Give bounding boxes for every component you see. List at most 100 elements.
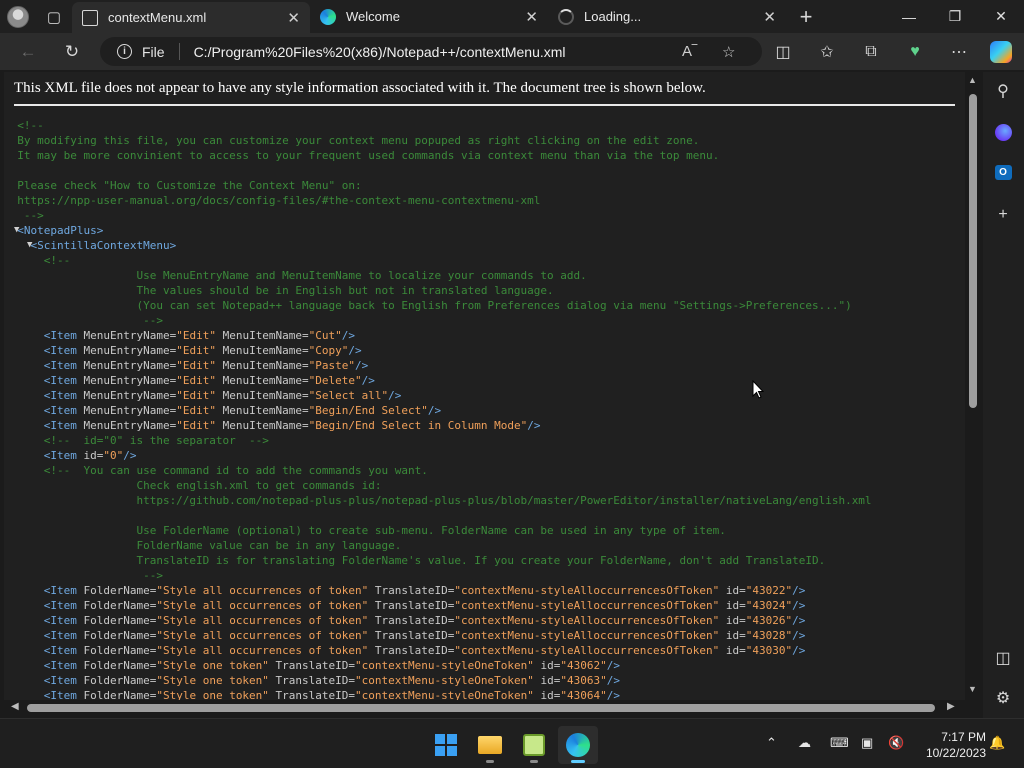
- address-bar[interactable]: i File C:/Program%20Files%20(x86)/Notepa…: [100, 37, 762, 66]
- copilot-button[interactable]: [986, 37, 1016, 67]
- close-window-button[interactable]: ✕: [978, 0, 1024, 33]
- tab-welcome[interactable]: Welcome ✕: [310, 0, 548, 33]
- sidebar-search-button[interactable]: ⚲: [991, 79, 1015, 103]
- xml-token: "Edit": [176, 374, 216, 387]
- xml-token: <Item: [4, 674, 84, 687]
- close-tab-icon[interactable]: ✕: [287, 9, 300, 27]
- sidebar-add-button[interactable]: +: [991, 203, 1015, 227]
- scroll-left-arrow-icon[interactable]: ◀: [11, 701, 19, 712]
- xml-token: "Delete": [308, 374, 362, 387]
- tab-title: contextMenu.xml: [108, 10, 207, 25]
- tab-actions-button[interactable]: ▢: [36, 0, 72, 33]
- profile-button[interactable]: [0, 0, 36, 33]
- tab-contextmenu-xml[interactable]: contextMenu.xml ✕: [72, 2, 310, 33]
- search-icon: ⚲: [997, 83, 1009, 100]
- collapse-toggle-icon[interactable]: ▼: [27, 238, 32, 253]
- tab-actions-icon: ▢: [46, 8, 62, 26]
- browser-essentials-button[interactable]: ♥: [900, 37, 930, 67]
- collections-button[interactable]: ⧉: [856, 37, 886, 67]
- info-icon[interactable]: i: [117, 44, 132, 59]
- file-explorer-button[interactable]: [470, 726, 510, 764]
- xml-token: "Style all occurrences of token": [156, 584, 369, 597]
- sidebar-outlook-button[interactable]: O: [991, 160, 1015, 184]
- scroll-right-arrow-icon[interactable]: ▶: [947, 701, 955, 712]
- xml-token: FolderName=: [83, 644, 157, 657]
- discover-icon: [994, 123, 1012, 141]
- keyboard-icon[interactable]: ⌨: [830, 735, 849, 751]
- horizontal-scrollbar[interactable]: ◀ ▶: [4, 700, 965, 716]
- scrollbar-thumb[interactable]: [969, 94, 977, 408]
- new-tab-button[interactable]: +: [786, 0, 826, 33]
- copilot-icon: [990, 41, 1012, 63]
- xml-line: -->: [4, 208, 872, 223]
- xml-token: id=: [719, 584, 746, 597]
- xml-token: (You can set Notepad++ language back to …: [4, 299, 852, 312]
- xml-token: <!-- You can use command id to add the c…: [4, 464, 428, 477]
- scroll-down-arrow-icon[interactable]: ▼: [968, 684, 977, 694]
- sidebar-settings-button[interactable]: ⚙: [991, 686, 1015, 710]
- scrollbar-thumb[interactable]: [27, 704, 935, 712]
- xml-token: />: [361, 374, 375, 387]
- xml-line: [4, 163, 872, 178]
- scheme-label: File: [142, 43, 165, 60]
- xml-line: Use MenuEntryName and MenuItemName to lo…: [4, 268, 872, 283]
- network-icon[interactable]: ▣: [861, 735, 873, 751]
- xml-line: <Item MenuEntryName="Edit" MenuItemName=…: [4, 403, 872, 418]
- xml-token: <Item: [4, 374, 84, 387]
- notifications-bell-icon[interactable]: 🔔: [989, 735, 1005, 751]
- back-button[interactable]: ←: [13, 37, 43, 67]
- vertical-scrollbar[interactable]: ▲ ▼: [965, 72, 981, 702]
- xml-line: <Item MenuEntryName="Edit" MenuItemName=…: [4, 358, 872, 373]
- mouse-cursor-icon: [752, 380, 764, 399]
- minimize-button[interactable]: —: [886, 0, 932, 33]
- more-button[interactable]: ⋯: [944, 37, 974, 67]
- xml-line: <Item MenuEntryName="Edit" MenuItemName=…: [4, 373, 872, 388]
- split-screen-button[interactable]: ◫: [768, 37, 798, 67]
- xml-token: id=: [533, 659, 561, 672]
- xml-token: <Item: [4, 329, 84, 342]
- xml-token: MenuEntryName=: [83, 389, 177, 402]
- notepad-plus-plus-button[interactable]: [514, 726, 554, 764]
- restore-button[interactable]: ❐: [932, 0, 978, 33]
- start-button[interactable]: [426, 726, 466, 764]
- xml-line: <Item MenuEntryName="Edit" MenuItemName=…: [4, 328, 872, 343]
- xml-token: "Edit": [176, 389, 216, 402]
- read-aloud-icon[interactable]: A‾: [682, 43, 697, 60]
- close-tab-icon[interactable]: ✕: [525, 8, 538, 26]
- xml-token: Use MenuEntryName and MenuItemName to lo…: [4, 269, 587, 282]
- edge-button[interactable]: [558, 726, 598, 764]
- show-hidden-icons-chevron-icon[interactable]: ⌃: [766, 735, 777, 751]
- clock-time: 7:17 PM: [941, 730, 986, 744]
- scroll-up-arrow-icon[interactable]: ▲: [968, 75, 977, 85]
- xml-token: "43062": [560, 659, 607, 672]
- xml-token: MenuEntryName=: [83, 404, 177, 417]
- xml-line: <!--: [4, 253, 872, 268]
- xml-token: "43030": [745, 644, 793, 657]
- xml-token: id=: [533, 674, 561, 687]
- xml-token: MenuEntryName=: [83, 344, 177, 357]
- collapse-toggle-icon[interactable]: ▼: [14, 223, 19, 238]
- xml-token: TranslateID=: [368, 629, 455, 642]
- xml-line: -->: [4, 568, 872, 583]
- xml-token: <Item: [4, 389, 84, 402]
- clock[interactable]: 7:17 PM 10/22/2023: [916, 729, 986, 761]
- hide-sidebar-button[interactable]: ◫: [991, 646, 1015, 670]
- plus-icon: +: [998, 206, 1008, 223]
- xml-token: <Item: [4, 659, 84, 672]
- xml-token: Use FolderName (optional) to create sub-…: [4, 524, 726, 537]
- volume-muted-icon[interactable]: 🔇: [888, 735, 904, 751]
- favorite-star-icon[interactable]: ☆: [722, 43, 735, 61]
- xml-token: FolderName=: [83, 599, 157, 612]
- xml-line: <Item FolderName="Style all occurrences …: [4, 598, 872, 613]
- sidebar-copilot-button[interactable]: [991, 120, 1015, 144]
- url-text[interactable]: C:/Program%20Files%20(x86)/Notepad++/con…: [194, 44, 566, 60]
- favorites-button[interactable]: ✩: [812, 37, 842, 67]
- close-tab-icon[interactable]: ✕: [763, 8, 776, 26]
- xml-token: Check english.xml to get commands id:: [4, 479, 382, 492]
- onedrive-icon[interactable]: ☁: [798, 735, 811, 751]
- refresh-button[interactable]: ↻: [57, 37, 87, 67]
- xml-token: MenuItemName=: [215, 404, 309, 417]
- xml-line: <Item MenuEntryName="Edit" MenuItemName=…: [4, 418, 872, 433]
- edge-icon: [320, 8, 336, 25]
- tab-loading[interactable]: Loading... ✕: [548, 0, 786, 33]
